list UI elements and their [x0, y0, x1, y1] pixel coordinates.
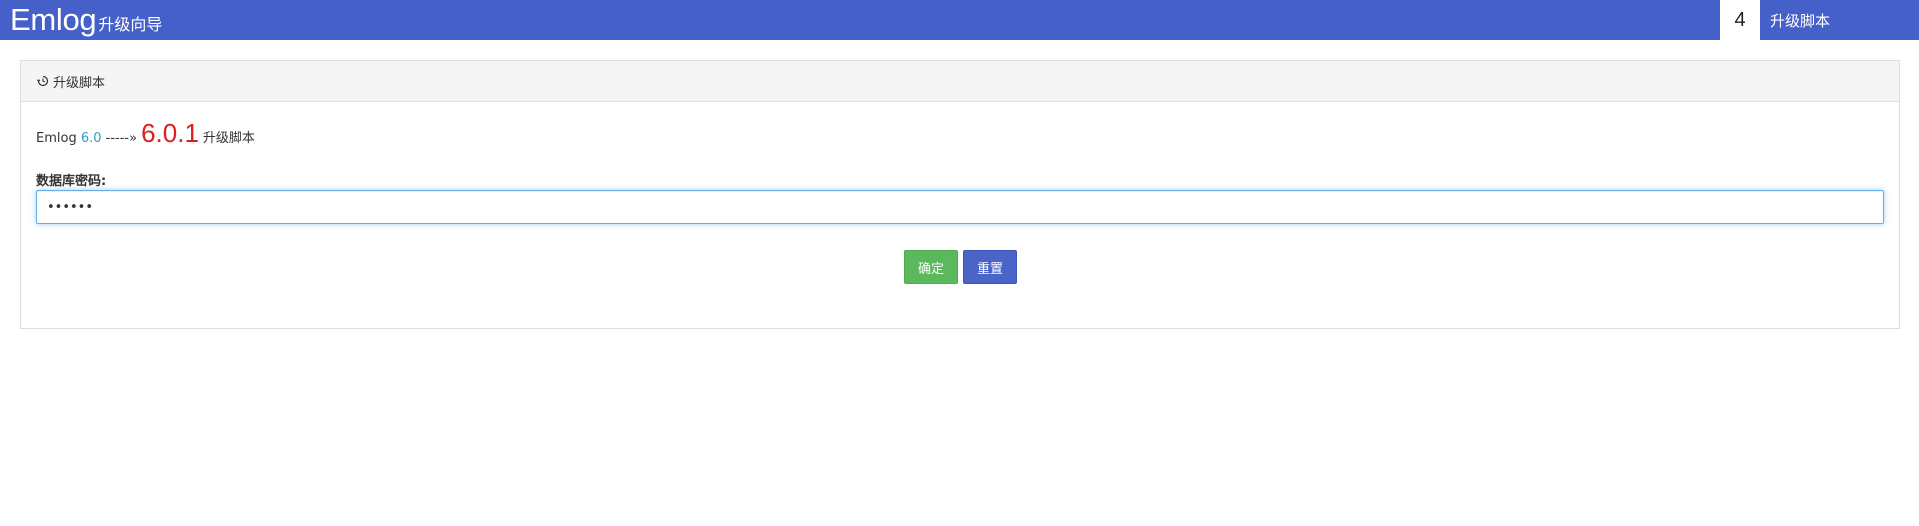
step-number: 4 [1720, 0, 1760, 40]
version-suffix: 升级脚本 [202, 131, 255, 146]
version-line: Emlog 6.0 -----» 6.0.1 升级脚本 [36, 118, 255, 149]
product-name: Emlog [36, 131, 77, 146]
confirm-button[interactable]: 确定 [904, 250, 958, 284]
step-label: 升级脚本 [1770, 11, 1831, 30]
top-bar: Emlog 升级向导 4 升级脚本 [0, 0, 1919, 40]
reset-button[interactable]: 重置 [963, 250, 1017, 284]
to-version: 6.0.1 [141, 118, 199, 148]
version-arrow: -----» [105, 131, 138, 146]
history-icon [37, 75, 49, 87]
from-version: 6.0 [80, 131, 102, 146]
panel-title: 升级脚本 [53, 75, 106, 91]
brand-subtitle: 升级向导 [98, 15, 163, 34]
database-password-input[interactable] [36, 190, 1884, 224]
brand: Emlog 升级向导 [10, 2, 162, 38]
password-label: 数据库密码: [36, 174, 107, 189]
upgrade-panel: 升级脚本 Emlog 6.0 -----» 6.0.1 升级脚本 数据库密码: … [20, 60, 1900, 329]
panel-heading: 升级脚本 [21, 61, 1899, 102]
brand-name: Emlog [10, 2, 97, 37]
